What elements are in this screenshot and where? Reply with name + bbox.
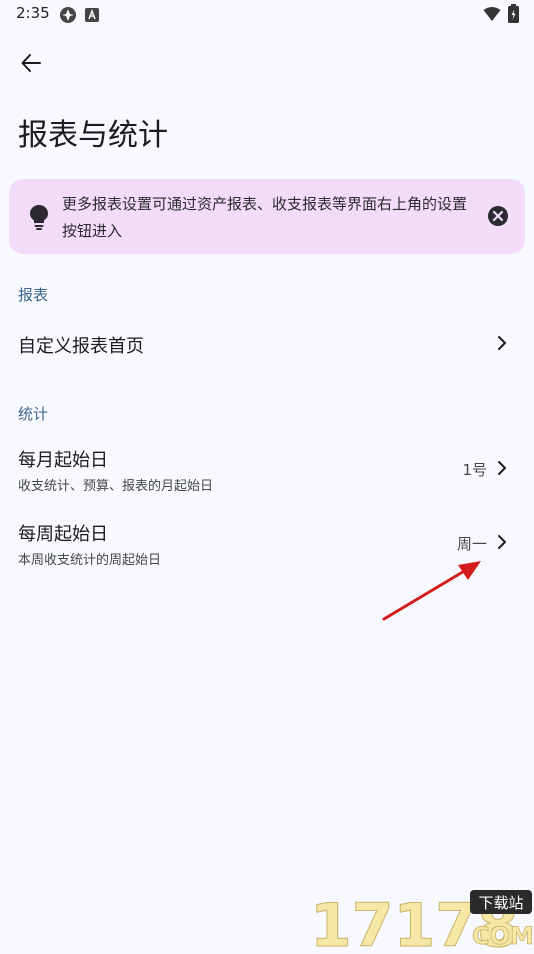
status-bar: 2:35	[0, 0, 534, 30]
site-logo-icon: 17178 下载站 COM	[310, 890, 534, 954]
custom-report-home-row[interactable]: 自定义报表首页	[0, 318, 534, 368]
wifi-icon	[483, 7, 501, 21]
month-start-day-row[interactable]: 每月起始日 收支统计、预算、报表的月起始日 1号	[0, 436, 534, 500]
row-subtitle: 本周收支统计的周起始日	[18, 553, 162, 568]
tip-card: 更多报表设置可通过资产报表、收支报表等界面右上角的设置按钮进入	[9, 179, 525, 254]
back-arrow-icon	[21, 54, 41, 72]
status-time: 2:35	[16, 4, 50, 22]
section-header-report: 报表	[18, 286, 49, 304]
watermark-logo: 17178 下载站 COM	[308, 882, 534, 954]
row-value: 周一	[456, 535, 487, 553]
row-subtitle: 收支统计、预算、报表的月起始日	[18, 479, 214, 494]
app-notification-icon	[60, 7, 76, 23]
row-title: 自定义报表首页	[18, 336, 144, 357]
annotation-arrow-icon	[382, 561, 481, 621]
back-button[interactable]	[14, 46, 48, 80]
tip-close-button[interactable]	[486, 204, 510, 228]
lightbulb-icon	[30, 205, 48, 230]
svg-text:COM: COM	[472, 922, 534, 950]
row-value: 1号	[462, 461, 487, 479]
svg-text:下载站: 下载站	[478, 894, 523, 912]
chevron-right-icon	[498, 461, 506, 475]
chevron-right-icon	[498, 535, 506, 549]
section-header-stats: 统计	[18, 405, 49, 423]
text-notification-icon	[85, 8, 99, 22]
row-title: 每月起始日	[18, 450, 108, 471]
chevron-right-icon	[498, 336, 506, 350]
battery-icon	[508, 4, 519, 23]
row-title: 每周起始日	[18, 524, 108, 545]
tip-text: 更多报表设置可通过资产报表、收支报表等界面右上角的设置按钮进入	[62, 195, 468, 240]
page-title: 报表与统计	[18, 118, 168, 153]
